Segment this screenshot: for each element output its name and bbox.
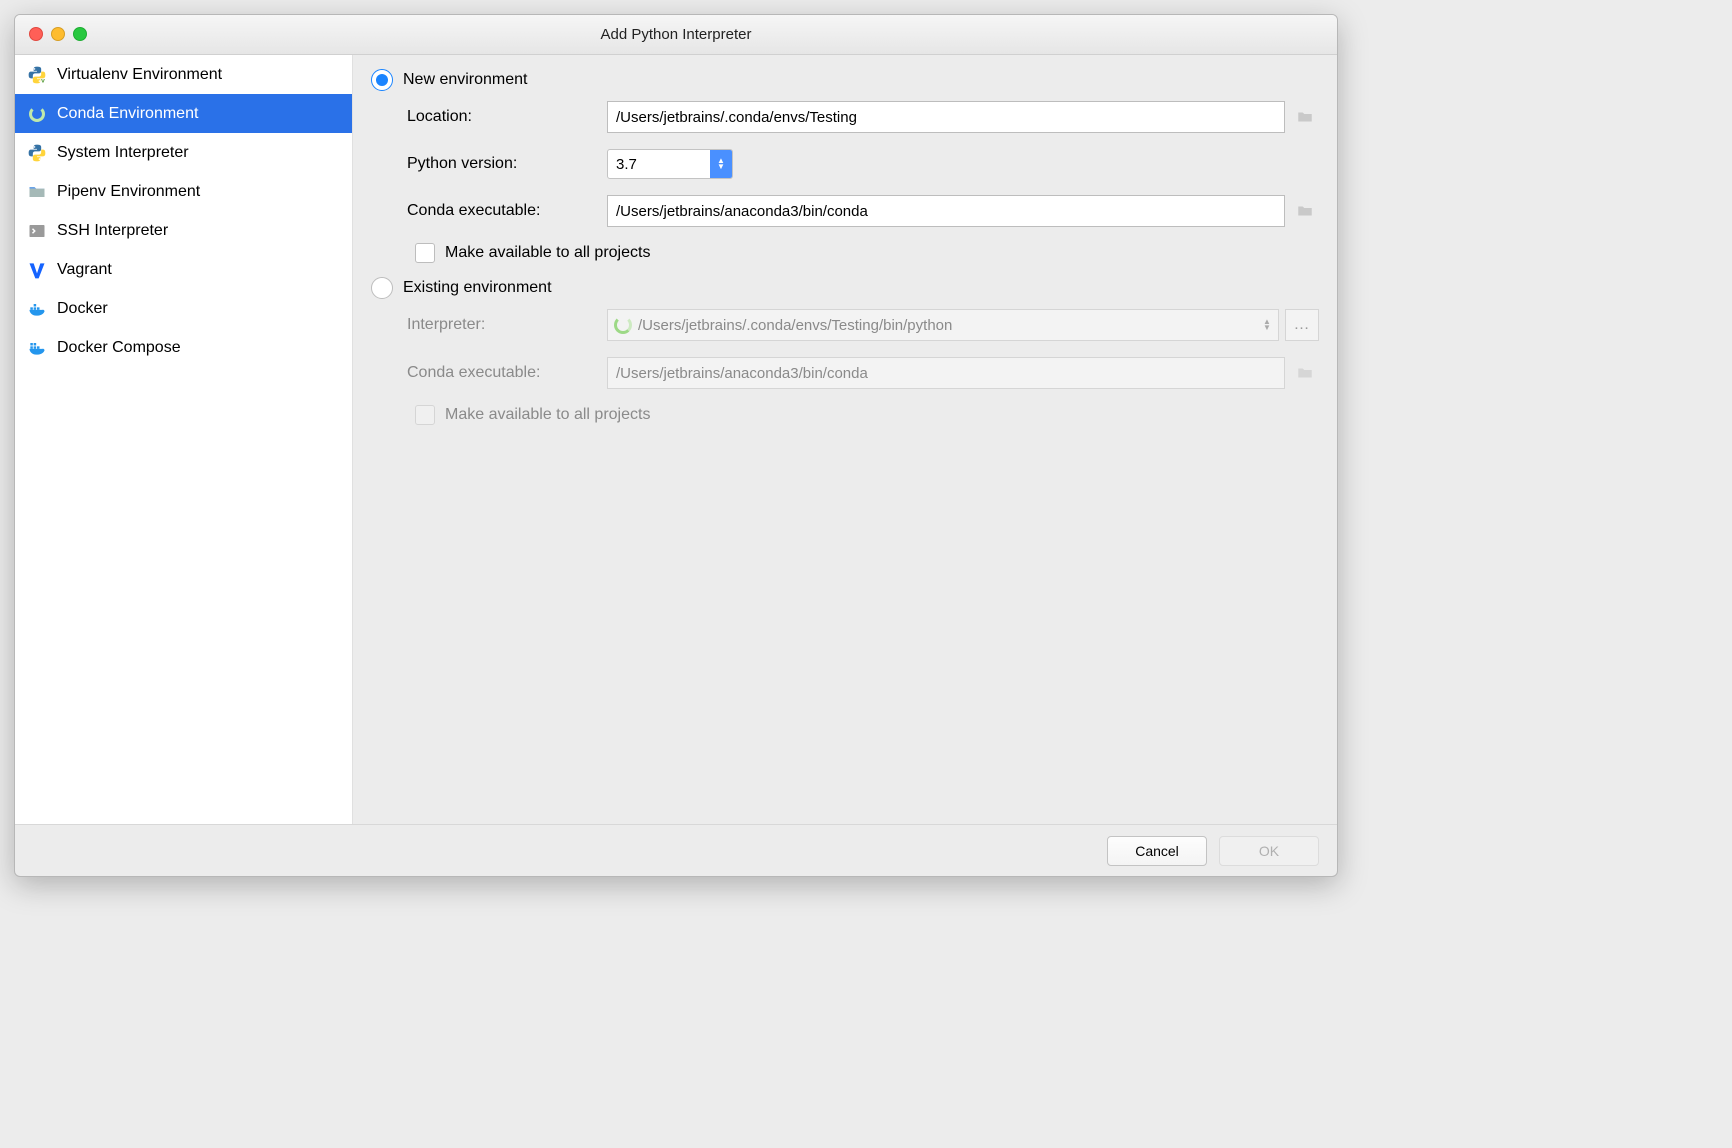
- dialog-body: v Virtualenv Environment Conda Environme…: [15, 55, 1337, 824]
- interpreter-combo: /Users/jetbrains/.conda/envs/Testing/bin…: [607, 309, 1279, 341]
- ok-button: OK: [1219, 836, 1319, 866]
- browse-location-button[interactable]: [1291, 101, 1319, 133]
- existing-conda-exec-label: Conda executable:: [407, 364, 607, 382]
- conda-icon: [614, 316, 632, 334]
- folder-icon: [27, 182, 47, 202]
- sidebar-item-docker-compose[interactable]: Docker Compose: [15, 328, 352, 367]
- conda-icon: [27, 104, 47, 124]
- sidebar-item-vagrant[interactable]: Vagrant: [15, 250, 352, 289]
- select-arrows-icon: ▲▼: [710, 150, 732, 178]
- radio-new-environment[interactable]: [371, 69, 393, 91]
- python-icon: v: [27, 65, 47, 85]
- sidebar-item-system[interactable]: System Interpreter: [15, 133, 352, 172]
- dialog-window: Add Python Interpreter v Virtualenv Envi…: [14, 14, 1338, 877]
- python-icon: [27, 143, 47, 163]
- interpreter-value: /Users/jetbrains/.conda/envs/Testing/bin…: [638, 317, 1250, 334]
- interpreter-more-button: …: [1285, 309, 1319, 341]
- location-label: Location:: [407, 108, 607, 126]
- minimize-window-icon[interactable]: [51, 27, 65, 41]
- interpreter-label: Interpreter:: [407, 316, 607, 334]
- sidebar-item-label: Virtualenv Environment: [57, 66, 222, 84]
- docker-icon: [27, 299, 47, 319]
- location-input[interactable]: /Users/jetbrains/.conda/envs/Testing: [607, 101, 1285, 133]
- python-version-select-wrap: 3.7 ▲▼: [607, 149, 1319, 179]
- existing-environment-label: Existing environment: [403, 279, 552, 297]
- existing-environment-radio-row[interactable]: Existing environment: [371, 277, 1319, 299]
- titlebar: Add Python Interpreter: [15, 15, 1337, 55]
- cancel-button[interactable]: Cancel: [1107, 836, 1207, 866]
- interpreter-field-wrap: /Users/jetbrains/.conda/envs/Testing/bin…: [607, 309, 1319, 341]
- existing-make-available-checkbox: [415, 405, 435, 425]
- sidebar-item-label: System Interpreter: [57, 144, 189, 162]
- sidebar-item-label: Vagrant: [57, 261, 112, 279]
- sidebar-item-docker[interactable]: Docker: [15, 289, 352, 328]
- sidebar-item-label: Docker: [57, 300, 108, 318]
- dialog-title: Add Python Interpreter: [15, 26, 1337, 43]
- conda-exec-input[interactable]: /Users/jetbrains/anaconda3/bin/conda: [607, 195, 1285, 227]
- close-window-icon[interactable]: [29, 27, 43, 41]
- browse-conda-exec-button[interactable]: [1291, 195, 1319, 227]
- sidebar-item-ssh[interactable]: SSH Interpreter: [15, 211, 352, 250]
- existing-make-available-label: Make available to all projects: [445, 406, 650, 424]
- make-available-label: Make available to all projects: [445, 244, 650, 262]
- maximize-window-icon[interactable]: [73, 27, 87, 41]
- conda-exec-field-wrap: /Users/jetbrains/anaconda3/bin/conda: [607, 195, 1319, 227]
- sidebar-item-conda[interactable]: Conda Environment: [15, 94, 352, 133]
- existing-make-available-row: Make available to all projects: [415, 405, 1319, 425]
- python-version-value: 3.7: [608, 150, 710, 178]
- make-available-row[interactable]: Make available to all projects: [415, 243, 1319, 263]
- window-controls: [29, 27, 87, 41]
- make-available-checkbox[interactable]: [415, 243, 435, 263]
- browse-existing-conda-exec-button: [1291, 357, 1319, 389]
- python-version-select[interactable]: 3.7 ▲▼: [607, 149, 733, 179]
- sidebar-item-label: Conda Environment: [57, 105, 198, 123]
- conda-exec-label: Conda executable:: [407, 202, 607, 220]
- sidebar-item-label: SSH Interpreter: [57, 222, 168, 240]
- location-field-wrap: /Users/jetbrains/.conda/envs/Testing: [607, 101, 1319, 133]
- new-environment-form: Location: /Users/jetbrains/.conda/envs/T…: [407, 101, 1319, 263]
- sidebar-item-label: Docker Compose: [57, 339, 181, 357]
- main-panel: New environment Location: /Users/jetbrai…: [353, 55, 1337, 824]
- existing-conda-exec-input: /Users/jetbrains/anaconda3/bin/conda: [607, 357, 1285, 389]
- sidebar-item-pipenv[interactable]: Pipenv Environment: [15, 172, 352, 211]
- radio-existing-environment[interactable]: [371, 277, 393, 299]
- sidebar-item-virtualenv[interactable]: v Virtualenv Environment: [15, 55, 352, 94]
- interpreter-type-sidebar: v Virtualenv Environment Conda Environme…: [15, 55, 353, 824]
- svg-text:v: v: [41, 77, 45, 84]
- sidebar-item-label: Pipenv Environment: [57, 183, 200, 201]
- vagrant-icon: [27, 260, 47, 280]
- existing-conda-exec-wrap: /Users/jetbrains/anaconda3/bin/conda: [607, 357, 1319, 389]
- combo-arrows-icon: ▲▼: [1256, 319, 1278, 331]
- terminal-icon: [27, 221, 47, 241]
- new-environment-label: New environment: [403, 71, 528, 89]
- new-environment-radio-row[interactable]: New environment: [371, 69, 1319, 91]
- dialog-footer: Cancel OK: [15, 824, 1337, 876]
- existing-environment-form: Interpreter: /Users/jetbrains/.conda/env…: [407, 309, 1319, 425]
- python-version-label: Python version:: [407, 155, 607, 173]
- docker-compose-icon: [27, 338, 47, 358]
